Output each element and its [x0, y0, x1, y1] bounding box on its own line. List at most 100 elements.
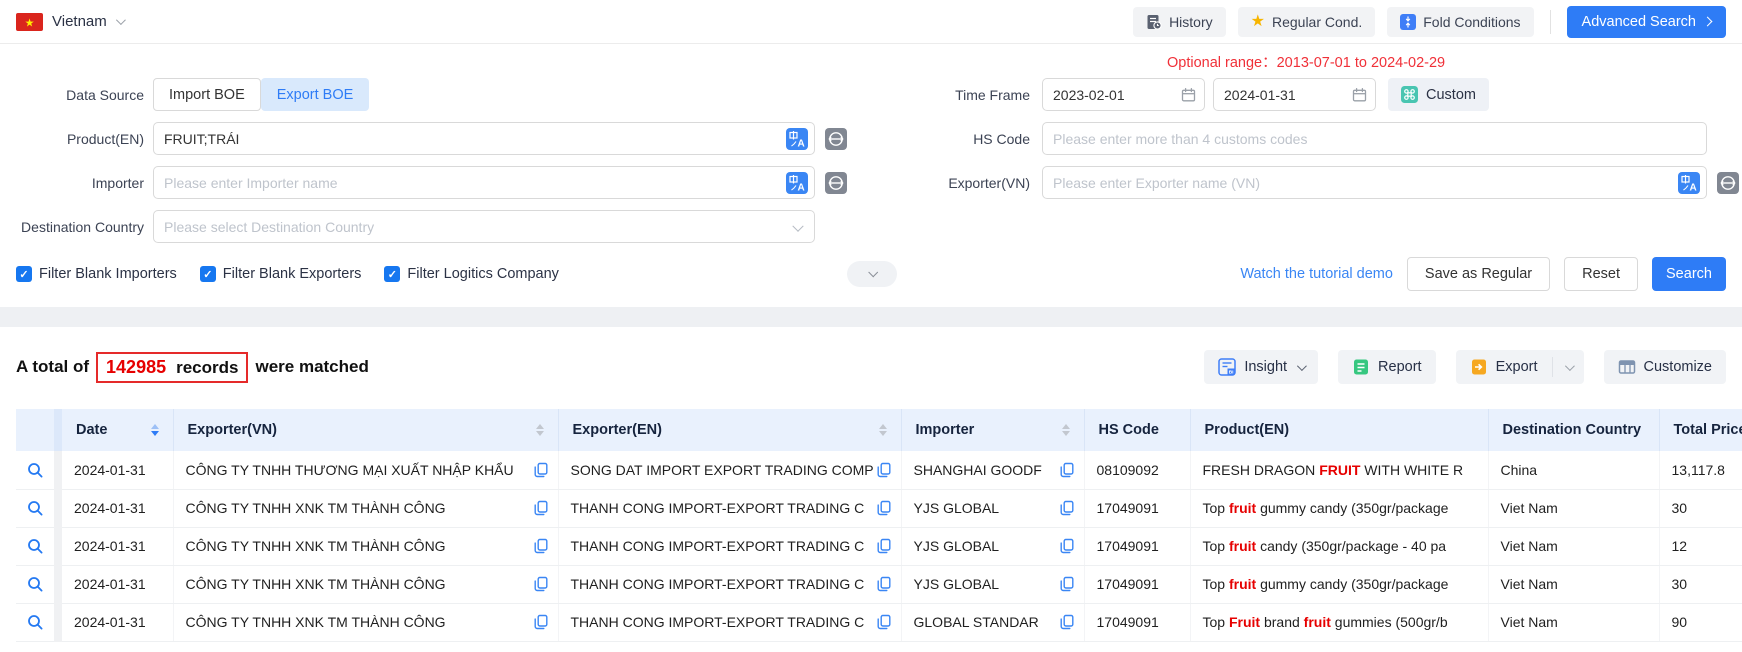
- copy-icon[interactable]: [877, 462, 891, 477]
- cell-destination-country: Viet Nam: [1488, 565, 1659, 603]
- cell-text: SONG DAT IMPORT EXPORT TRADING COMP: [571, 462, 874, 478]
- hs-code-label: HS Code: [880, 131, 1030, 147]
- export-options-button[interactable]: [1553, 350, 1584, 384]
- reset-button[interactable]: Reset: [1564, 257, 1638, 291]
- copy-icon[interactable]: [1060, 615, 1074, 630]
- sort-icon[interactable]: [1062, 424, 1070, 437]
- row-detail-search-icon[interactable]: [27, 538, 44, 555]
- cell-exporter-vn: CÔNG TY TNHH XNK TM THÀNH CÔNG: [173, 603, 558, 641]
- insight-icon: BI: [1218, 358, 1236, 376]
- import-boe-tab[interactable]: Import BOE: [153, 78, 261, 111]
- hs-code-input[interactable]: [1042, 122, 1707, 155]
- cell-text: FRESH DRAGON: [1203, 462, 1320, 478]
- cell-exporter-en: SONG DAT IMPORT EXPORT TRADING COMP: [558, 451, 901, 489]
- importer-input[interactable]: [153, 166, 815, 199]
- exporter-vn-field: A: [1042, 166, 1707, 199]
- checkbox-label: Filter Logitics Company: [407, 266, 559, 282]
- save-as-regular-button[interactable]: Save as Regular: [1407, 257, 1550, 291]
- exporter-vn-input[interactable]: [1042, 166, 1707, 199]
- history-button[interactable]: History: [1133, 7, 1226, 37]
- column-header-exporter-vn[interactable]: Exporter(VN): [173, 409, 558, 451]
- calendar-icon[interactable]: [1352, 87, 1367, 102]
- copy-icon[interactable]: [534, 501, 548, 516]
- checkbox-checked-icon: ✓: [16, 266, 32, 282]
- export-button[interactable]: Export: [1456, 350, 1552, 384]
- copy-icon[interactable]: [1060, 501, 1074, 516]
- cell-destination-country: Viet Nam: [1488, 489, 1659, 527]
- column-header-exporter-en[interactable]: Exporter(EN): [558, 409, 901, 451]
- fold-conditions-button[interactable]: Fold Conditions: [1387, 7, 1533, 37]
- report-button[interactable]: Report: [1338, 350, 1436, 384]
- cell-date: 2024-01-31: [58, 451, 173, 489]
- summary-suffix: were matched: [255, 357, 368, 377]
- column-header-label: Exporter(VN): [188, 422, 277, 438]
- copy-icon[interactable]: [877, 615, 891, 630]
- export-boe-tab[interactable]: Export BOE: [261, 78, 370, 111]
- filter-action-row: ✓ Filter Blank Importers ✓ Filter Blank …: [0, 257, 1742, 291]
- cell-product-en: Top Fruit brand fruit gummies (500gr/b: [1190, 603, 1488, 641]
- keyword-highlight: fruit: [1229, 576, 1256, 592]
- product-en-input[interactable]: [153, 122, 815, 155]
- cell-text: Top: [1203, 614, 1229, 630]
- filter-blank-exporters-checkbox[interactable]: ✓ Filter Blank Exporters: [200, 266, 362, 282]
- customize-label: Customize: [1644, 359, 1713, 375]
- table-row: 2024-01-31CÔNG TY TNHH XNK TM THÀNH CÔNG…: [16, 603, 1742, 641]
- translate-icon[interactable]: A: [1678, 172, 1700, 194]
- row-detail-search-icon[interactable]: [27, 462, 44, 479]
- translate-icon[interactable]: A: [786, 172, 808, 194]
- copy-icon[interactable]: [534, 577, 548, 592]
- customize-button[interactable]: Customize: [1604, 350, 1727, 384]
- insight-button[interactable]: BI Insight: [1204, 350, 1318, 384]
- country-selector[interactable]: ★ Vietnam: [16, 13, 123, 31]
- sort-icon[interactable]: [536, 424, 544, 437]
- row-detail-search-icon[interactable]: [27, 500, 44, 517]
- cell-hs-code: 08109092: [1084, 451, 1190, 489]
- cell-row-action: [16, 451, 58, 489]
- regular-cond-button[interactable]: ★ Regular Cond.: [1238, 7, 1376, 37]
- exporter-vn-label: Exporter(VN): [880, 175, 1030, 191]
- end-date-field[interactable]: [1213, 78, 1376, 111]
- sort-icon[interactable]: [151, 424, 159, 437]
- column-header-date[interactable]: Date: [58, 409, 173, 451]
- translate-icon[interactable]: A: [786, 128, 808, 150]
- cell-row-action: [16, 527, 58, 565]
- row-detail-search-icon[interactable]: [27, 614, 44, 631]
- copy-icon[interactable]: [1060, 462, 1074, 477]
- calendar-icon[interactable]: [1181, 87, 1196, 102]
- copy-icon[interactable]: [534, 539, 548, 554]
- data-source-label: Data Source: [0, 87, 144, 103]
- cell-text: YJS GLOBAL: [914, 500, 1000, 516]
- copy-icon[interactable]: [534, 615, 548, 630]
- table-row: 2024-01-31CÔNG TY TNHH XNK TM THÀNH CÔNG…: [16, 527, 1742, 565]
- sort-icon[interactable]: [879, 424, 887, 437]
- custom-range-button[interactable]: Custom: [1388, 78, 1489, 111]
- cell-text: Top: [1203, 500, 1229, 516]
- start-date-field[interactable]: [1042, 78, 1205, 111]
- cell-product-en: Top fruit gummy candy (350gr/package: [1190, 489, 1488, 527]
- custom-icon: [1401, 86, 1418, 103]
- destination-country-input[interactable]: [153, 210, 815, 243]
- collapse-form-button[interactable]: [847, 261, 897, 287]
- row-detail-search-icon[interactable]: [27, 576, 44, 593]
- copy-icon[interactable]: [877, 501, 891, 516]
- copy-icon[interactable]: [1060, 539, 1074, 554]
- cell-total-price: 13,117.8: [1659, 451, 1742, 489]
- match-mode-icon[interactable]: [825, 172, 847, 194]
- importer-field: A: [153, 166, 815, 199]
- copy-icon[interactable]: [877, 577, 891, 592]
- cell-date: 2024-01-31: [58, 565, 173, 603]
- tutorial-demo-link[interactable]: Watch the tutorial demo: [1240, 266, 1393, 282]
- copy-icon[interactable]: [1060, 577, 1074, 592]
- copy-icon[interactable]: [877, 539, 891, 554]
- column-header-total-price: Total Price: [1659, 409, 1742, 451]
- column-header-importer[interactable]: Importer: [901, 409, 1084, 451]
- filter-blank-importers-checkbox[interactable]: ✓ Filter Blank Importers: [16, 266, 177, 282]
- destination-country-select[interactable]: [153, 210, 815, 243]
- advanced-search-button[interactable]: Advanced Search: [1567, 6, 1726, 38]
- filter-logitics-company-checkbox[interactable]: ✓ Filter Logitics Company: [384, 266, 559, 282]
- search-button[interactable]: Search: [1652, 257, 1726, 291]
- copy-icon[interactable]: [534, 462, 548, 477]
- time-frame-label: Time Frame: [880, 87, 1030, 103]
- match-mode-icon[interactable]: [825, 128, 847, 150]
- match-mode-icon[interactable]: [1717, 172, 1739, 194]
